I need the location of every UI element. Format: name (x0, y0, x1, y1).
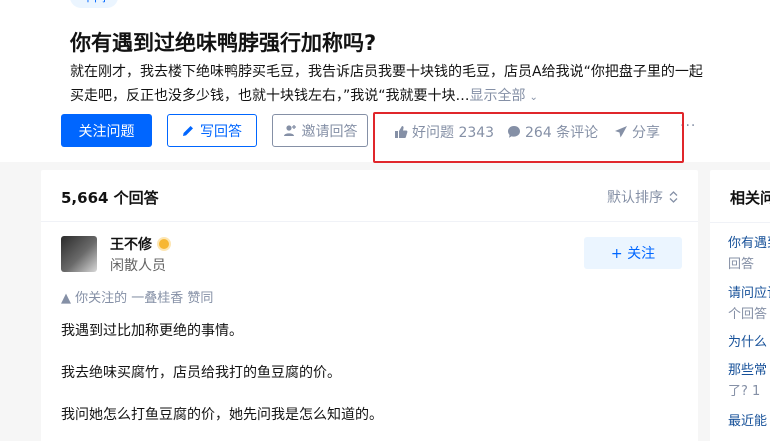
detail-line-2-text: 买走吧，反正也没多少钱，也就十块钱左右，”我说“我就要十块… (70, 88, 470, 104)
pencil-icon (183, 126, 193, 136)
avatar[interactable] (61, 236, 97, 272)
related-question[interactable]: 那些常 (728, 360, 767, 381)
answer-paragraph: 我遇到过比加称更绝的事情。 (61, 323, 243, 339)
answers-header: 5,664 个回答 默认排序 (41, 170, 698, 222)
author-bio: 闲散人员 (110, 258, 166, 274)
related-meta: 了? 1 (728, 384, 761, 399)
author-name[interactable]: 王不修 (110, 234, 152, 254)
related-item[interactable]: 你有遇到 回答 (728, 233, 770, 275)
sort-dropdown[interactable]: 默认排序 (607, 187, 678, 207)
follow-author-button[interactable]: + 关注 (584, 237, 682, 269)
related-meta: 回答 (728, 257, 755, 272)
question-header: 中间 你有遇到过绝味鸭脖强行加称吗? 就在刚才，我去楼下绝味鸭脖买毛豆，我告诉店… (0, 0, 770, 163)
related-question[interactable]: 请问应该 (728, 283, 770, 304)
show-all-link[interactable]: 显示全部 (470, 88, 526, 104)
follow-question-button[interactable]: 关注问题 (61, 114, 152, 147)
answer-paragraph: 我去绝味买腐竹，店员给我打的鱼豆腐的价。 (61, 365, 341, 381)
related-item[interactable]: 最近能 (728, 411, 767, 432)
detail-line-2: 买走吧，反正也没多少钱，也就十块钱左右，”我说“我就要十块…显示全部 ⌄ (70, 84, 730, 110)
answer-paragraph: 我问她怎么打鱼豆腐的价，她先问我是怎么知道的。 (61, 407, 383, 423)
highlight-annotation (373, 112, 684, 163)
related-questions-panel: 相关问 你有遇到 回答 请问应该 个回答 为什么 那些常 了? 1 最近能 (710, 170, 770, 441)
related-question[interactable]: 你有遇到 (728, 233, 770, 254)
add-user-icon (283, 124, 296, 136)
badge-icon (157, 237, 171, 251)
detail-line-1: 就在刚才，我去楼下绝味鸭脖买毛豆，我告诉店员我要十块钱的毛豆，店员A给我说“你把… (70, 64, 703, 80)
divider (710, 222, 770, 223)
topic-tag[interactable]: 中间 (70, 0, 119, 8)
write-answer-button[interactable]: 写回答 (167, 114, 257, 147)
related-title: 相关问 (730, 189, 770, 207)
related-meta: 个回答 (728, 307, 768, 322)
related-question[interactable]: 为什么 (728, 332, 767, 353)
answers-panel: 5,664 个回答 默认排序 王不修 闲散人员 + 关注 ▲ 你关注的 一叠桂香… (41, 170, 698, 441)
question-title: 你有遇到过绝味鸭脖强行加称吗? (70, 31, 377, 55)
upvote-info: ▲ 你关注的 一叠桂香 赞同 (61, 291, 214, 306)
related-question[interactable]: 最近能 (728, 411, 767, 432)
related-item[interactable]: 请问应该 个回答 (728, 283, 770, 325)
question-detail: 就在刚才，我去楼下绝味鸭脖买毛豆，我告诉店员我要十块钱的毛豆，店员A给我说“你把… (70, 60, 730, 110)
sort-toggle-icon (669, 191, 678, 203)
chevron-down-icon[interactable]: ⌄ (530, 92, 538, 103)
invite-answer-label: 邀请回答 (301, 123, 358, 140)
related-item[interactable]: 那些常 了? 1 (728, 360, 767, 402)
author-info: 王不修 (110, 234, 171, 254)
write-answer-label: 写回答 (200, 123, 242, 140)
related-item[interactable]: 为什么 (728, 332, 767, 353)
invite-answer-button[interactable]: 邀请回答 (272, 114, 368, 147)
sort-label: 默认排序 (607, 190, 663, 206)
answers-count: 5,664 个回答 (61, 189, 159, 207)
